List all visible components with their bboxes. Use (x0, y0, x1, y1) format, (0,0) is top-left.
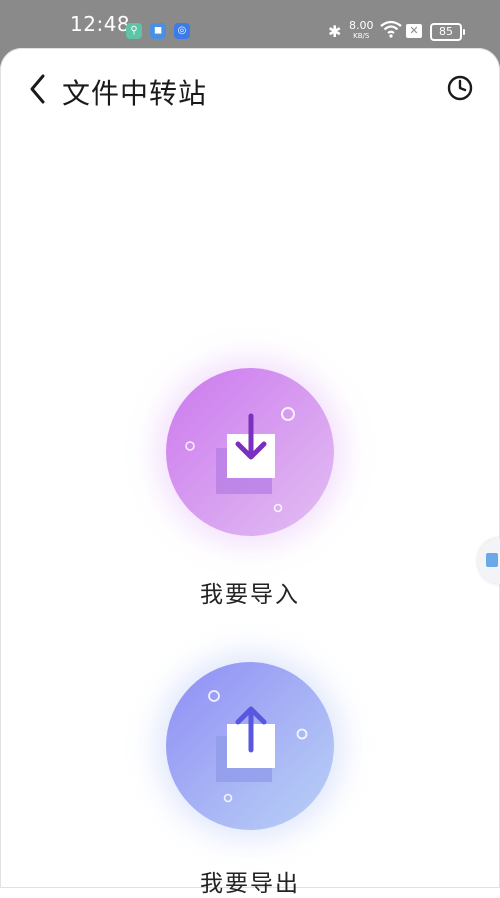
status-time: 12:48 (70, 12, 131, 36)
chevron-left-icon[interactable] (24, 72, 52, 106)
battery-icon: 85 (430, 23, 465, 41)
bluetooth-icon: ✱ (328, 22, 342, 41)
network-speed-unit: KB/S (353, 32, 370, 40)
battery-level: 85 (439, 25, 453, 38)
wifi-icon (380, 20, 402, 38)
app-notification-icon: ◼ (150, 23, 166, 39)
export-label[interactable]: 我要导出 (0, 864, 500, 898)
app-notification-icon: ⚲ (126, 23, 142, 39)
upload-tray-icon (208, 690, 308, 803)
page-title: 文件中转站 (62, 77, 208, 110)
clock-icon[interactable] (446, 74, 474, 102)
import-button[interactable] (166, 368, 334, 536)
status-bar: 12:48 ⚲ ◼ ◎ ✱ 8.00 KB/S ✕ 85 (0, 0, 500, 48)
download-tray-icon (185, 407, 295, 513)
chat-notification-icon: ◎ (174, 23, 190, 39)
network-speed: 8.00 KB/S (349, 20, 374, 41)
import-label[interactable]: 我要导入 (0, 575, 500, 609)
x-icon: ✕ (406, 24, 422, 38)
export-button[interactable] (166, 662, 334, 830)
